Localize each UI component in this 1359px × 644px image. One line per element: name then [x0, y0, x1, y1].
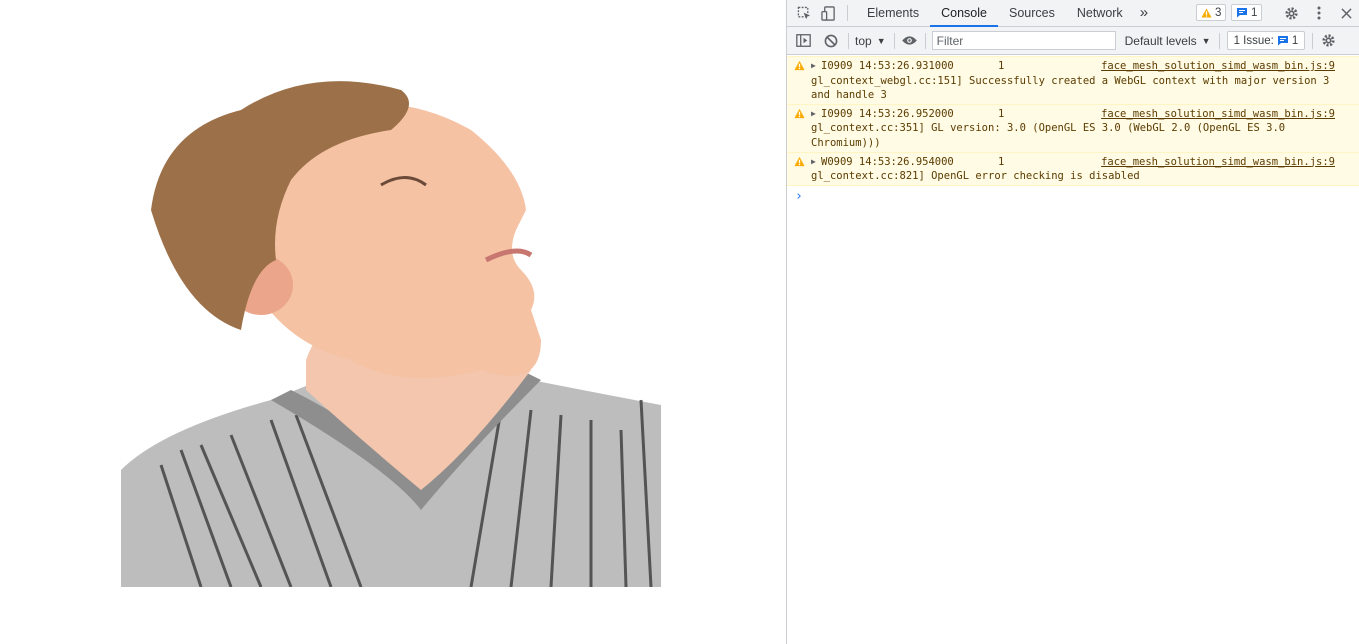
tab-console[interactable]: Console: [930, 0, 998, 27]
console-message[interactable]: ▶ I0909 14:53:26.931000 1 face_mesh_solu…: [787, 56, 1359, 105]
warnings-count: 3: [1215, 6, 1222, 19]
chevron-down-icon: ▼: [1201, 35, 1211, 46]
console-toolbar: top ▼ Default levels ▼ 1 Issue: 1: [787, 27, 1359, 55]
log-levels-dropdown[interactable]: Default levels ▼: [1125, 34, 1211, 48]
page-viewport: [0, 0, 786, 644]
message-icon: [1237, 8, 1247, 18]
chevron-down-icon: ▼: [876, 35, 886, 46]
tab-network[interactable]: Network: [1066, 0, 1134, 26]
console-settings-icon[interactable]: [1319, 32, 1337, 50]
console-message[interactable]: ▶ I0909 14:53:26.952000 1 face_mesh_solu…: [787, 103, 1359, 153]
clear-console-icon[interactable]: [822, 32, 840, 50]
prompt-chevron-icon: ›: [795, 188, 803, 204]
tab-sources[interactable]: Sources: [998, 0, 1066, 26]
settings-icon[interactable]: [1282, 4, 1300, 22]
devtools-panel: Elements Console Sources Network » 3 1 t…: [786, 0, 1359, 644]
warnings-badge[interactable]: 3: [1196, 4, 1227, 21]
messages-count: 1: [1251, 6, 1258, 19]
eye-icon[interactable]: [901, 32, 919, 50]
expand-triangle-icon[interactable]: ▶: [811, 155, 819, 170]
issues-label: 1 Issue:: [1233, 34, 1274, 47]
issues-button[interactable]: 1 Issue: 1: [1226, 31, 1306, 50]
console-message[interactable]: ▶ W0909 14:53:26.954000 1 face_mesh_solu…: [787, 151, 1359, 186]
message-header: I0909 14:53:26.952000 1: [821, 107, 1005, 120]
show-sidebar-icon[interactable]: [794, 32, 812, 50]
issues-count: 1: [1291, 34, 1299, 47]
warning-icon: [794, 60, 805, 71]
expand-triangle-icon[interactable]: ▶: [811, 59, 819, 74]
source-link[interactable]: face_mesh_solution_simd_wasm_bin.js:9: [1101, 107, 1335, 122]
warning-icon: [794, 156, 805, 166]
inspect-element-icon[interactable]: [795, 4, 813, 22]
expand-triangle-icon[interactable]: ▶: [811, 107, 819, 122]
message-text: gl_context.cc:821] OpenGL error checking…: [811, 170, 1140, 183]
device-toolbar-icon[interactable]: [819, 4, 837, 22]
message-icon: [1277, 36, 1288, 46]
tab-elements[interactable]: Elements: [856, 0, 930, 26]
log-levels-label: Default levels: [1124, 33, 1197, 48]
devtools-tabbar: Elements Console Sources Network » 3 1: [787, 0, 1359, 27]
messages-badge[interactable]: 1: [1231, 4, 1263, 21]
console-output: ▶ I0909 14:53:26.931000 1 face_mesh_solu…: [787, 56, 1359, 204]
more-options-icon[interactable]: [1310, 4, 1328, 22]
warning-icon: [794, 108, 805, 118]
message-header: W0909 14:53:26.954000 1: [821, 155, 1005, 168]
close-icon[interactable]: [1337, 4, 1355, 22]
more-tabs-button[interactable]: »: [1134, 0, 1154, 26]
console-prompt[interactable]: ›: [787, 186, 1359, 204]
message-header: I0909 14:53:26.931000 1: [821, 60, 1005, 72]
context-selector[interactable]: top ▼: [855, 34, 886, 48]
filter-input[interactable]: [931, 31, 1116, 50]
context-label: top: [855, 33, 872, 48]
source-link[interactable]: face_mesh_solution_simd_wasm_bin.js:9: [1101, 59, 1335, 74]
message-text: gl_context_webgl.cc:151] Successfully cr…: [811, 74, 1336, 102]
warning-icon: [1201, 7, 1212, 18]
portrait-photo: [121, 81, 661, 587]
source-link[interactable]: face_mesh_solution_simd_wasm_bin.js:9: [1101, 155, 1335, 170]
message-text: gl_context.cc:351] GL version: 3.0 (Open…: [811, 122, 1292, 149]
